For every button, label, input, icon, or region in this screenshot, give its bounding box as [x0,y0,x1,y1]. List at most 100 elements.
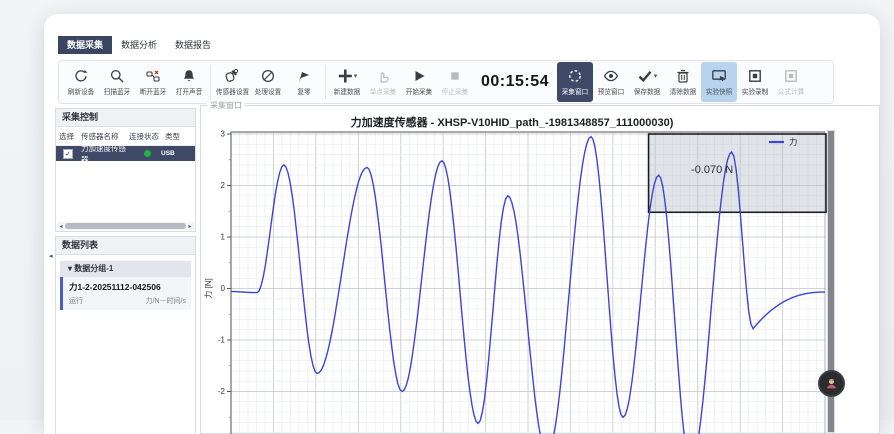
chevron-down-icon[interactable]: ▾ [354,72,358,80]
toolbar-button-zero-flag[interactable]: 复零 [286,62,322,102]
toolbar-button-label: 停止采集 [442,87,469,97]
stop-icon [447,68,463,84]
toolbar-button-label: 公式计算 [778,87,805,97]
scrollbar-thumb[interactable] [65,223,186,229]
plus-icon [337,68,353,84]
screen: 数据采集数据分析数据报告 刷新设备扫描蓝牙断开蓝牙打开声音 传感器设置处理设置 复零… [0,0,894,420]
toolbar-button-label: 扫描蓝牙 [104,87,131,97]
user-avatar-icon [825,377,838,390]
toolbar-button-sensor-settings[interactable]: 传感器设置 [214,62,250,102]
toolbar-button-label: 打开声音 [176,87,203,97]
toolbar-button-refresh[interactable]: 刷新设备 [63,62,99,102]
sidebar-collapse-icon[interactable]: ◂ [49,252,53,260]
bell-icon [181,68,197,84]
refresh-icon [73,68,89,84]
toolbar-button-label: 清除数据 [670,87,697,97]
svg-text:0: 0 [221,284,226,293]
record-icon [747,68,763,84]
tab-2[interactable]: 数据分析 [112,36,166,54]
chart-panel: 采集窗口 力加速度传感器 - XHSP-V10HID_path_-1981348… [200,105,880,434]
data-list-title: 数据列表 [56,237,195,255]
avatar-floating-button[interactable] [818,370,845,397]
toolbar-button-label: 处理设置 [255,87,282,97]
svg-text:3: 3 [221,130,226,139]
scroll-left-icon[interactable]: ◂ [57,223,65,230]
legend-label: 力 [789,137,798,147]
toolbar-button-label: 单点采集 [370,87,397,97]
scroll-right-icon[interactable]: ▸ [186,223,194,230]
waveform-plot[interactable]: 3 2 1 0 -1 -2 力 [N] -0.070 N 力 [201,106,880,434]
toolbar-button-stop: 停止采集 [437,62,473,102]
toolbar-button-record[interactable]: 实验录制 [737,62,773,102]
data-item-axes: 力/N－时间/s [146,296,186,306]
toolbar-button-hand-point: 单点采集 [365,62,401,102]
toolbar-button-dashed-circle[interactable]: 采集窗口 [557,62,593,102]
toolbar-button-label: 实验录制 [742,87,769,97]
eye-icon [603,68,619,84]
tab-bar: 数据采集数据分析数据报告 [58,36,220,54]
app-window: 数据采集数据分析数据报告 刷新设备扫描蓝牙断开蓝牙打开声音 传感器设置处理设置 复零… [44,14,880,434]
collect-control-panel: 采集控制 选择 传感器名称 连接状态 类型 ✓ 力加速度传感器 USB ◂ ▸ [55,108,196,232]
data-list-panel: 数据列表 ▾ 数据分组-1 力1-2-20251112-042506 运行 力/N… [55,236,196,434]
toolbar-button-label: 新建数据 [334,87,361,97]
toolbar-button-label: 采集窗口 [562,87,589,97]
toolbar-button-label: 预览窗口 [598,87,625,97]
data-item-name: 力1-2-20251112-042506 [69,281,186,293]
tab-3[interactable]: 数据报告 [166,36,220,54]
toolbar-button-search[interactable]: 扫描蓝牙 [99,62,135,102]
search-icon [109,68,125,84]
chevron-down-icon[interactable]: ▾ [654,72,658,80]
bluetooth-disconnect-icon [145,68,161,84]
toolbar-button-play[interactable]: 开始采集 [401,62,437,102]
data-group-row[interactable]: ▾ 数据分组-1 [60,261,191,277]
horizontal-scrollbar[interactable]: ◂ ▸ [57,222,194,230]
toolbar-button-label: 复零 [297,87,310,97]
col-sensor-name: 传感器名称 [81,131,129,142]
toolbar-divider [325,65,326,99]
collect-control-title: 采集控制 [56,109,195,127]
sensor-table-row[interactable]: ✓ 力加速度传感器 USB [56,146,195,161]
y-axis: 3 2 1 0 -1 -2 力 [N] [203,130,231,418]
zero-flag-icon [296,68,312,84]
data-item-status: 运行 [69,296,83,306]
compass-icon [260,68,276,84]
toolbar-button-eye[interactable]: 预览窗口 [593,62,629,102]
toolbar-button-compass[interactable]: 处理设置 [250,62,286,102]
toolbar-button-label: 传感器设置 [215,87,248,97]
tab-1[interactable]: 数据采集 [58,36,112,54]
toolbar-button-trash[interactable]: 清除数据 [665,62,701,102]
toolbar-button-check[interactable]: ▾ 保存数据 [629,62,665,102]
toolbar-button-bluetooth-disconnect[interactable]: 断开蓝牙 [135,62,171,102]
toolbar-button-plus[interactable]: ▾ 新建数据 [329,62,365,102]
sensor-settings-icon [224,68,240,84]
toolbar-button-label: 实验快照 [706,87,733,97]
annotation-value: -0.070 N [691,164,733,176]
check-icon [637,68,653,84]
toolbar-button-label: 断开蓝牙 [140,87,167,97]
toolbar-button-bell[interactable]: 打开声音 [171,62,207,102]
formula-icon [783,68,799,84]
sensor-name: 力加速度传感器 [81,143,133,165]
collection-timer: 00:15:54 [473,73,557,91]
svg-text:-2: -2 [218,387,226,396]
svg-text:1: 1 [221,233,226,242]
sensor-table-body: ✓ 力加速度传感器 USB [56,146,195,161]
data-group-label: 数据分组-1 [74,264,113,273]
svg-text:-1: -1 [218,336,226,345]
trash-icon [675,68,691,84]
y-axis-label: 力 [N] [203,278,213,298]
snapshot-icon [711,68,727,84]
toolbar-divider [210,65,211,99]
sensor-checkbox[interactable]: ✓ [63,149,73,159]
col-type: 类型 [165,131,185,142]
toolbar-button-label: 开始采集 [406,87,433,97]
toolbar-button-label: 保存数据 [634,87,661,97]
data-list-item[interactable]: 力1-2-20251112-042506 运行 力/N－时间/s [60,277,191,310]
svg-text:2: 2 [221,181,226,190]
toolbar-button-snapshot[interactable]: 实验快照 [701,62,737,102]
selection-region[interactable] [649,134,826,212]
sensor-type: USB [161,150,175,157]
col-status: 连接状态 [129,131,165,142]
col-select: 选择 [59,131,81,142]
play-icon [411,68,427,84]
